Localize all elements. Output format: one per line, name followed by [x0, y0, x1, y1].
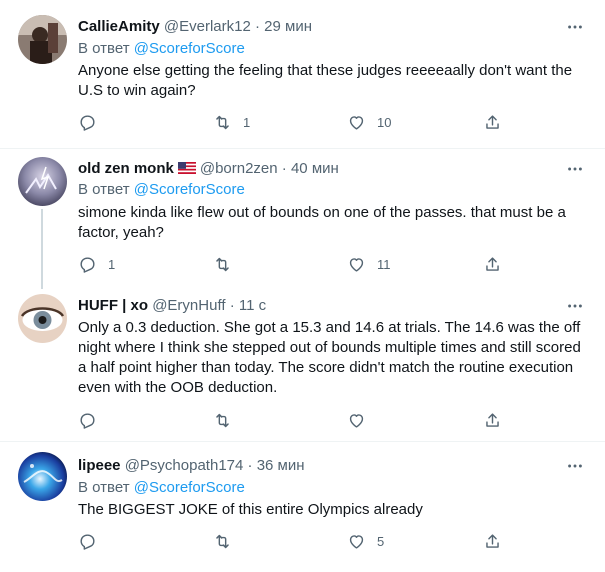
- retweet-icon: [216, 534, 229, 548]
- tweet-header: HUFF | xo @ErynHuff · 11 с: [78, 296, 266, 316]
- reply-context: В ответ @ScoreforScore: [78, 478, 245, 498]
- tweet[interactable]: CallieAmity @Everlark12 · 29 мин В ответ…: [0, 0, 605, 148]
- like-count: 5: [377, 533, 385, 549]
- ellipsis-icon: [568, 167, 582, 171]
- avatar[interactable]: [18, 157, 67, 206]
- reply-prefix: В ответ: [78, 40, 130, 57]
- us-flag-icon: [177, 162, 196, 174]
- ellipsis-icon: [568, 464, 582, 468]
- heart-icon: [349, 257, 364, 272]
- separator-dot: ·: [229, 297, 235, 314]
- reply-button[interactable]: [78, 531, 108, 551]
- retweet-button[interactable]: [213, 254, 243, 274]
- separator-dot: ·: [281, 160, 287, 177]
- user-handle[interactable]: @Everlark12: [164, 18, 251, 35]
- share-button[interactable]: [483, 112, 502, 132]
- ellipsis-icon: [568, 304, 582, 308]
- action-bar: 1 11: [78, 254, 508, 274]
- like-button[interactable]: 5: [347, 531, 384, 551]
- user-handle[interactable]: @born2zen: [200, 160, 278, 177]
- timestamp[interactable]: 29 мин: [264, 18, 312, 35]
- display-name[interactable]: lipeee: [78, 457, 121, 474]
- display-name[interactable]: CallieAmity: [78, 18, 160, 35]
- display-name[interactable]: old zen monk: [78, 160, 174, 177]
- share-button[interactable]: [483, 531, 502, 551]
- timestamp[interactable]: 11 с: [239, 297, 266, 314]
- like-count: 10: [377, 114, 392, 130]
- retweet-button[interactable]: 1: [213, 112, 250, 132]
- action-bar: 5: [78, 531, 508, 551]
- separator-dot: ·: [254, 18, 260, 35]
- tweet-text: Anyone else getting the feeling that the…: [78, 62, 573, 99]
- reply-icon: [80, 412, 95, 429]
- tweet-header: lipeee @Psychopath174 · 36 мин: [78, 456, 305, 476]
- reply-target-link[interactable]: @ScoreforScore: [134, 479, 245, 496]
- heart-icon: [349, 413, 364, 428]
- reply-context: В ответ @ScoreforScore: [78, 180, 245, 200]
- share-button[interactable]: [483, 254, 502, 274]
- tweet-text: simone kinda like flew out of bounds on …: [78, 204, 566, 241]
- more-options-button[interactable]: [565, 159, 585, 179]
- share-icon: [486, 256, 499, 271]
- share-icon: [486, 412, 499, 427]
- separator-dot: ·: [247, 457, 253, 474]
- tweet[interactable]: old zen monk @born2zen · 40 мин В ответ @…: [0, 149, 605, 289]
- retweet-button[interactable]: [213, 531, 243, 551]
- avatar[interactable]: [18, 294, 67, 343]
- retweet-icon: [216, 115, 229, 129]
- retweet-icon: [216, 257, 229, 271]
- share-icon: [486, 533, 499, 548]
- heart-icon: [349, 115, 364, 130]
- like-count: 11: [377, 256, 391, 272]
- retweet-icon: [216, 413, 229, 427]
- retweet-count: 1: [243, 114, 251, 130]
- more-options-button[interactable]: [565, 296, 585, 316]
- display-name[interactable]: HUFF | xo: [78, 297, 148, 314]
- heart-icon: [349, 534, 364, 549]
- reply-prefix: В ответ: [78, 181, 130, 198]
- avatar[interactable]: [18, 15, 67, 64]
- action-bar: 1 10: [78, 112, 508, 132]
- reply-context: В ответ @ScoreforScore: [78, 39, 245, 59]
- tweet-text: Only a 0.3 deduction. She got a 15.3 and…: [78, 319, 581, 396]
- tweet[interactable]: HUFF | xo @ErynHuff · 11 с Only a 0.3 de…: [0, 289, 605, 441]
- avatar[interactable]: [18, 452, 67, 501]
- more-options-button[interactable]: [565, 456, 585, 476]
- reply-prefix: В ответ: [78, 479, 130, 496]
- share-icon: [486, 114, 499, 129]
- share-button[interactable]: [483, 410, 502, 430]
- reply-button[interactable]: [78, 112, 108, 132]
- action-bar: [78, 410, 508, 430]
- tweet-text: The BIGGEST JOKE of this entire Olympics…: [78, 501, 423, 518]
- tweet[interactable]: lipeee @Psychopath174 · 36 мин В ответ @…: [0, 442, 605, 572]
- tweet-header: CallieAmity @Everlark12 · 29 мин: [78, 17, 312, 37]
- retweet-button[interactable]: [213, 410, 243, 430]
- reply-button[interactable]: 1: [78, 254, 115, 274]
- reply-icon: [80, 533, 95, 550]
- like-button[interactable]: [347, 410, 377, 430]
- reply-icon: [80, 256, 95, 273]
- timestamp[interactable]: 36 мин: [257, 457, 305, 474]
- user-handle[interactable]: @ErynHuff: [152, 297, 225, 314]
- reply-count: 1: [108, 256, 116, 272]
- ellipsis-icon: [568, 25, 582, 29]
- tweet-feed: CallieAmity @Everlark12 · 29 мин В ответ…: [0, 0, 605, 572]
- reply-target-link[interactable]: @ScoreforScore: [134, 40, 245, 57]
- reply-button[interactable]: [78, 410, 108, 430]
- timestamp[interactable]: 40 мин: [291, 160, 339, 177]
- like-button[interactable]: 10: [347, 112, 391, 132]
- like-button[interactable]: 11: [347, 254, 391, 274]
- user-handle[interactable]: @Psychopath174: [125, 457, 244, 474]
- reply-icon: [80, 114, 95, 131]
- reply-target-link[interactable]: @ScoreforScore: [134, 181, 245, 198]
- thread-line: [41, 209, 43, 289]
- more-options-button[interactable]: [565, 17, 585, 37]
- tweet-header: old zen monk @born2zen · 40 мин: [78, 159, 339, 179]
